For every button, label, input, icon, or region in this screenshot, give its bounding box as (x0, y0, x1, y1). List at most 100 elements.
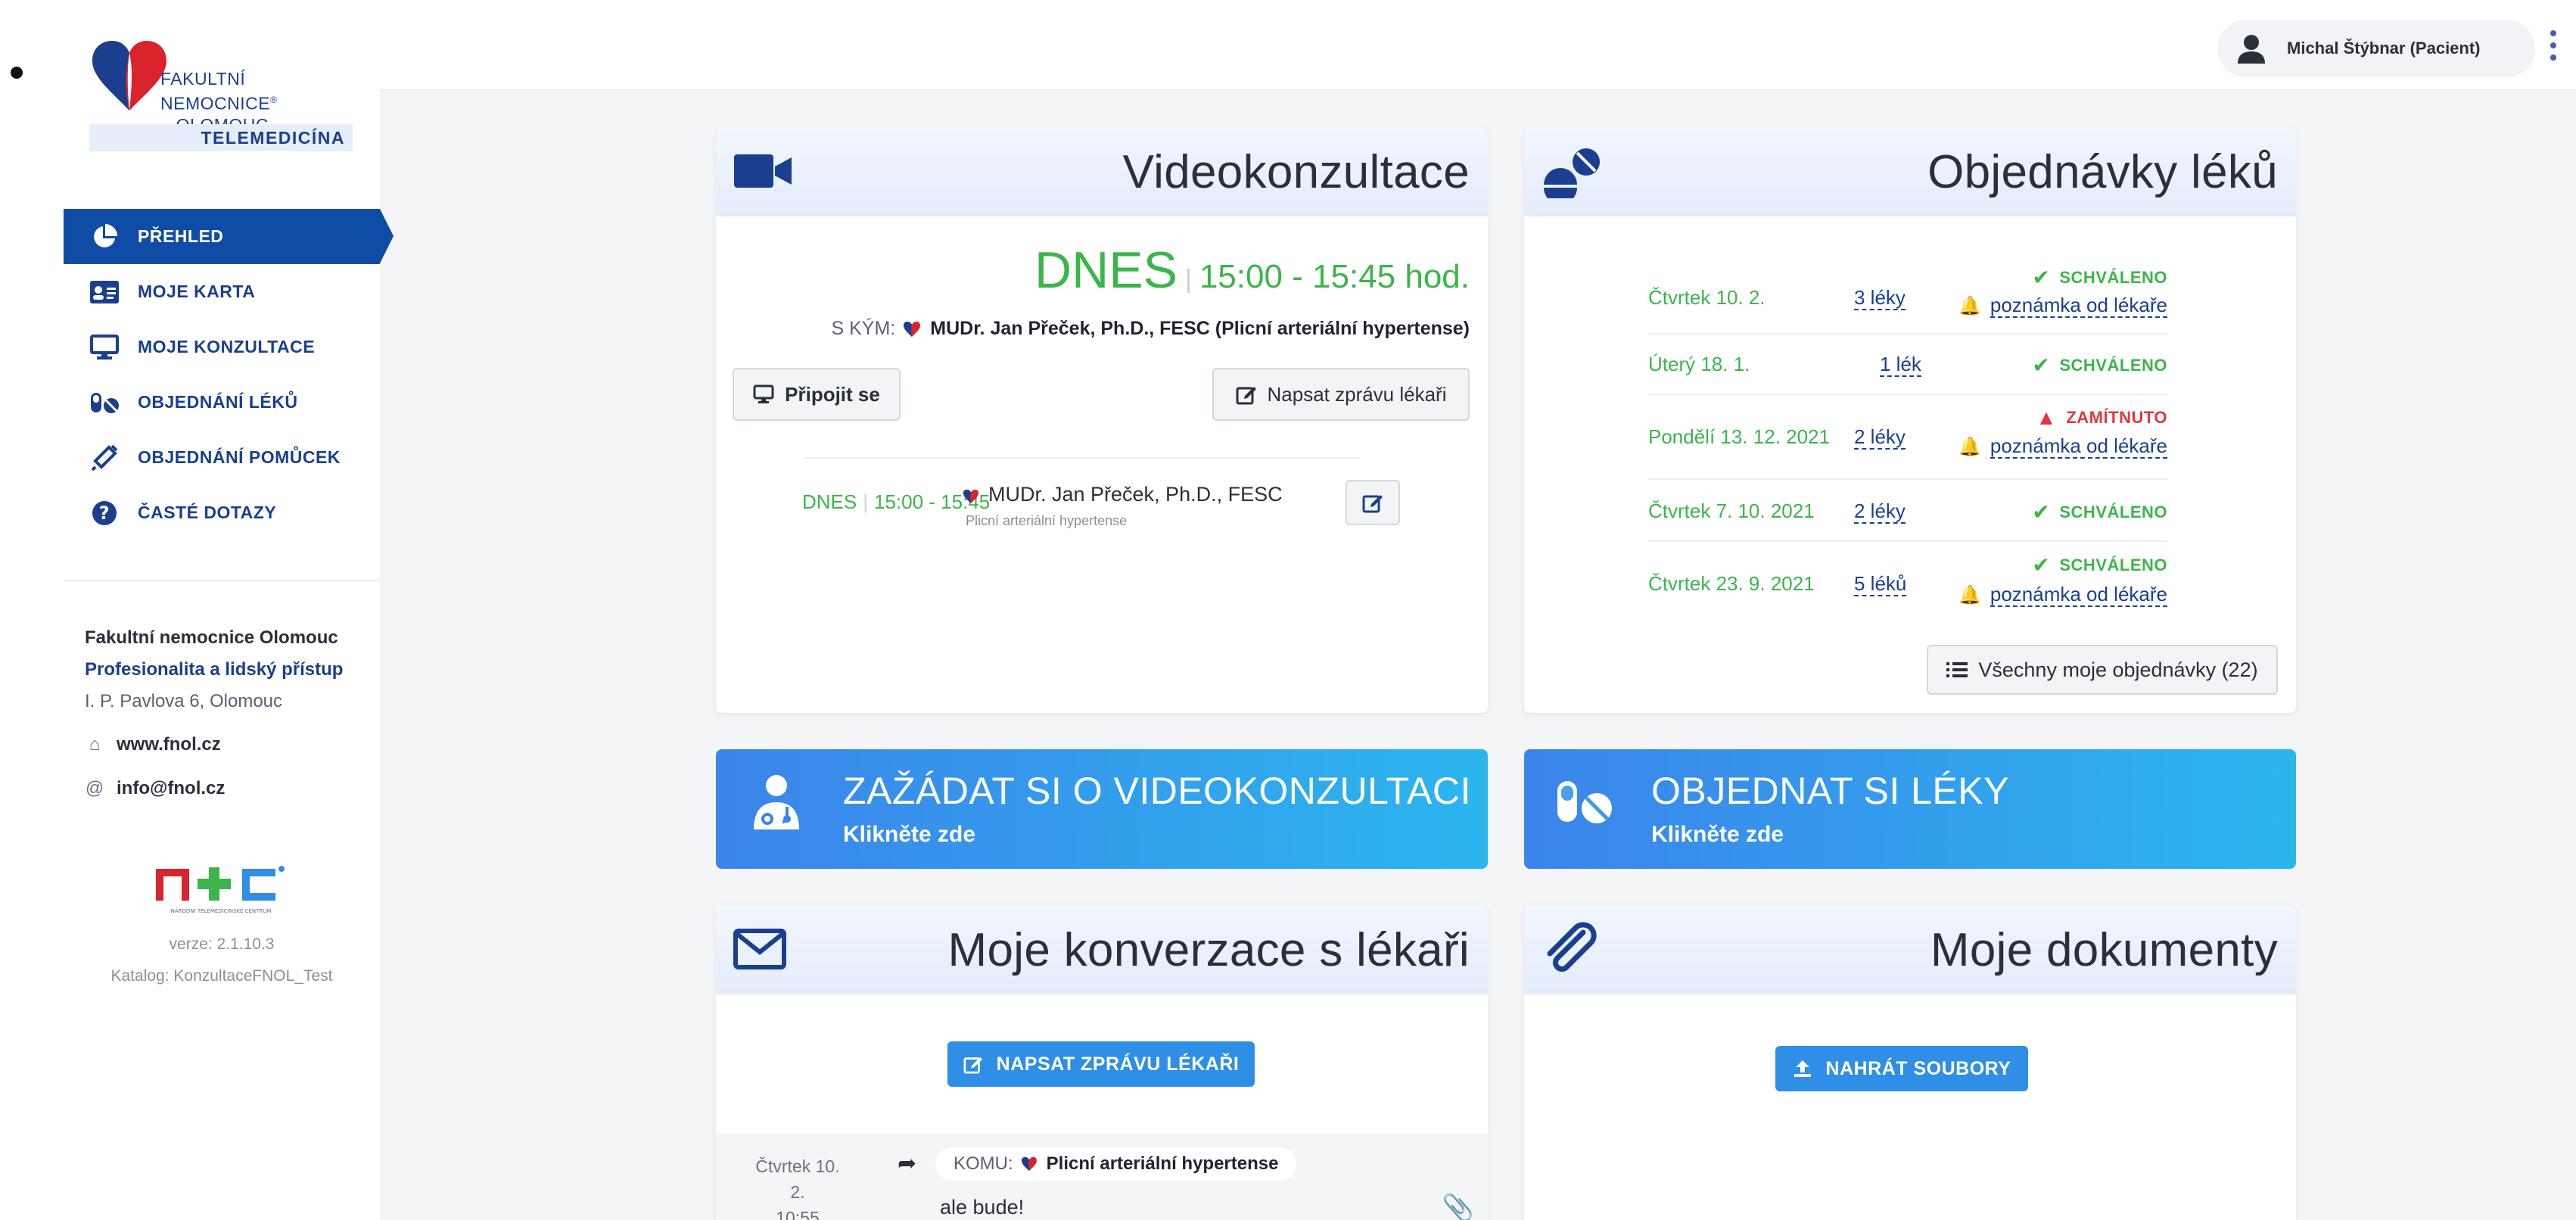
id-card-icon (89, 277, 120, 307)
consultation-with: S KÝM: MUDr. Jan Přeček, Ph.D., FESC (Pl… (832, 318, 1470, 340)
order-status-label: SCHVÁLENO (2059, 355, 2167, 375)
card-title: Moje dokumenty (1930, 924, 2278, 976)
monitor-icon (89, 332, 120, 363)
product-name: TELEMEDICÍNA (89, 124, 353, 151)
consultation-when: DNES | 15:00 - 15:45 hod. (1034, 241, 1470, 300)
order-status: ✔ SCHVÁLENO (2032, 500, 2167, 524)
avatar (2228, 25, 2275, 72)
order-row[interactable]: Čtvrtek 23. 9. 2021 5 léků ✔ SCHVÁLENO 🔔… (1648, 542, 2167, 627)
sidebar-item-label: MOJE KARTA (138, 282, 256, 301)
card-title: Objednávky léků (1927, 146, 2278, 198)
conversation-datetime: Čtvrtek 10. 2. 10:55 (752, 1153, 843, 1220)
user-name: Michal Štýbnar (Pacient) (2287, 39, 2481, 58)
write-doctor-message-label: NAPSAT ZPRÁVU LÉKAŘI (996, 1053, 1240, 1075)
catalog-name: Katalog: KonzultaceFNOL_Test (110, 967, 333, 985)
question-circle-icon: ? (89, 498, 120, 528)
order-row[interactable]: Pondělí 13. 12. 2021 2 léky ▲ ZAMÍTNUTO … (1648, 395, 2167, 480)
conversation-time: 10:55 (776, 1208, 820, 1220)
medication-orders-card: Objednávky léků Čtvrtek 10. 2. 3 léky ✔ … (1524, 127, 2296, 713)
order-status-label: SCHVÁLENO (2059, 267, 2167, 287)
all-orders-label: Všechny moje objednávky (22) (1978, 658, 2258, 681)
doctor-icon (754, 775, 799, 829)
order-row[interactable]: Čtvrtek 10. 2. 3 léky ✔ SCHVÁLENO 🔔 pozn… (1648, 260, 2167, 335)
order-qty[interactable]: 5 léků (1854, 572, 1907, 596)
order-date: Úterý 18. 1. (1648, 353, 1750, 375)
doctor-note-link[interactable]: 🔔 poznámka od lékaře (1958, 294, 2167, 318)
warning-icon: ▲ (2036, 406, 2058, 429)
order-date: Pondělí 13. 12. 2021 (1648, 425, 1830, 448)
order-row[interactable]: Úterý 18. 1. 1 lék ✔ SCHVÁLENO (1648, 335, 2167, 395)
sidebar-item-moje-konzultace[interactable]: MOJE KONZULTACE (64, 319, 397, 375)
sidebar-item-label: MOJE KONZULTACE (138, 337, 316, 356)
check-icon: ✔ (2032, 500, 2051, 524)
order-row[interactable]: Čtvrtek 7. 10. 2021 2 léky ✔ SCHVÁLENO (1648, 480, 2167, 542)
fnol-heart-icon (1021, 1156, 1037, 1172)
card-title: Videokonzultace (1122, 146, 1470, 198)
doctor-note-link[interactable]: 🔔 poznámka od lékaře (1958, 583, 2167, 607)
order-medication-button[interactable]: OBJEDNAT SI LÉKY Klikněte zde (1524, 749, 2296, 869)
divider (804, 457, 1361, 459)
monitor-icon (753, 384, 774, 404)
pills-icon (89, 387, 120, 418)
edit-icon (1362, 495, 1383, 513)
org-address: I. P. Pavlova 6, Olomouc (85, 691, 283, 711)
write-doctor-button[interactable]: Napsat zprávu lékaři (1212, 368, 1470, 421)
heart-logo-icon (92, 41, 166, 110)
edit-consultation-button[interactable] (1346, 480, 1400, 525)
doctor-note-label: poznámka od lékaře (1990, 434, 2167, 459)
more-menu-icon[interactable] (2550, 30, 2556, 61)
sidebar-item-caste-dotazy[interactable]: ? ČASTÉ DOTAZY (64, 485, 397, 540)
paperclip-icon (1547, 922, 1597, 972)
order-status: ✔ SCHVÁLENO (2032, 552, 2167, 577)
list-item[interactable]: DNES | 15:00 - 15:45 MUDr. Jan Přeček, P… (802, 475, 1392, 536)
list-item-day: DNES (802, 490, 857, 513)
sidebar-divider (64, 580, 380, 581)
org-name: Fakultní nemocnice Olomouc (85, 627, 338, 648)
order-status: ✔ SCHVÁLENO (2032, 265, 2167, 290)
email-link[interactable]: @ info@fnol.cz (85, 778, 226, 799)
check-icon: ✔ (2032, 353, 2051, 377)
connect-label: Připojit se (785, 382, 880, 406)
bell-icon: 🔔 (1958, 436, 1981, 457)
order-status: ▲ ZAMÍTNUTO (2036, 406, 2167, 430)
order-qty[interactable]: 1 lék (1880, 353, 1921, 377)
upload-files-button[interactable]: NAHRÁT SOUBORY (1775, 1046, 2028, 1091)
all-orders-button[interactable]: Všechny moje objednávky (22) (1927, 645, 2278, 695)
website-link[interactable]: ⌂ www.fnol.cz (85, 734, 221, 755)
brand-logo[interactable]: FAKULTNÍ NEMOCNICE® OLOMOUC TELEMEDICÍNA (85, 36, 353, 151)
sidebar-item-moje-karta[interactable]: MOJE KARTA (64, 264, 397, 319)
separator: | (863, 490, 869, 513)
sidebar-item-objednani-leku[interactable]: OBJEDNÁNÍ LÉKŮ (64, 375, 397, 430)
svg-text:?: ? (99, 503, 110, 524)
ntc-caption: NÁRODNÍ TELEMEDICÍNSKÉ CENTRUM (171, 907, 272, 914)
write-doctor-message-button[interactable]: NAPSAT ZPRÁVU LÉKAŘI (947, 1041, 1255, 1087)
order-date: Čtvrtek 7. 10. 2021 (1648, 500, 1815, 522)
user-menu[interactable]: Michal Štýbnar (Pacient) (2217, 20, 2535, 77)
card-header: Videokonzultace (716, 127, 1488, 216)
order-qty[interactable]: 3 léky (1854, 286, 1906, 310)
pills-icon (1544, 148, 1600, 198)
cta-title: ZAŽÁDAT SI O VIDEOKONZULTACI (843, 770, 1471, 812)
sidebar-item-label: OBJEDNÁNÍ POMŮCEK (138, 447, 341, 467)
conversation-item[interactable]: Čtvrtek 10. 2. 10:55 ➦ KOMU: Plicní arte… (716, 1134, 1488, 1220)
request-video-consultation-button[interactable]: ZAŽÁDAT SI O VIDEOKONZULTACI Klikněte zd… (716, 749, 1488, 869)
doctor-note-link[interactable]: 🔔 poznámka od lékaře (1958, 434, 2167, 459)
consultation-time: 15:00 - 15:45 hod. (1199, 258, 1470, 295)
check-icon: ✔ (2032, 553, 2051, 577)
org-info: Fakultní nemocnice Olomouc Profesionalit… (85, 622, 343, 717)
recipient-chip: KOMU: Plicní arteriální hypertense (935, 1147, 1297, 1181)
user-icon (2238, 35, 2265, 64)
cta-subtitle: Klikněte zde (843, 822, 976, 847)
sidebar-item-objednani-pomucek[interactable]: OBJEDNÁNÍ POMŮCEK (64, 430, 397, 485)
app-version: verze: 2.1.10.3 (169, 935, 275, 953)
sidebar-item-prehled[interactable]: PŘEHLED (64, 209, 394, 264)
list-icon (1946, 661, 1968, 679)
order-status: ✔ SCHVÁLENO (2032, 353, 2167, 378)
card-header: Moje dokumenty (1524, 905, 2296, 994)
order-qty[interactable]: 2 léky (1854, 500, 1906, 524)
order-status-label: SCHVÁLENO (2059, 555, 2167, 574)
connect-button[interactable]: Připojit se (733, 368, 901, 421)
list-bullet (11, 67, 23, 79)
order-qty[interactable]: 2 léky (1854, 425, 1906, 450)
sidebar-item-label: ČASTÉ DOTAZY (138, 503, 277, 522)
